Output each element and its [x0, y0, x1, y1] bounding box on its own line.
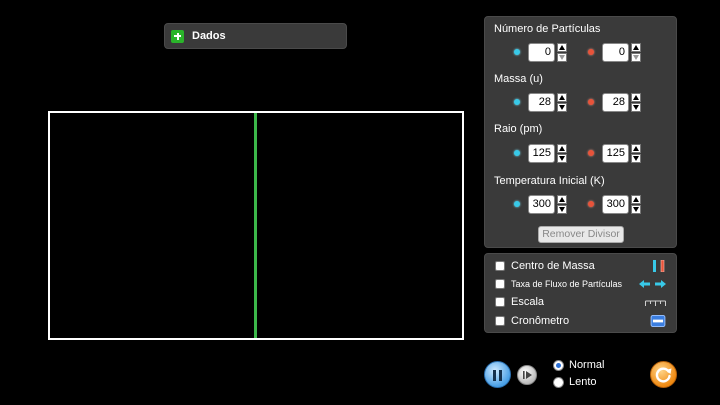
- red-particles-increment[interactable]: [631, 42, 641, 52]
- ruler-label: Escala: [511, 296, 545, 308]
- cyan-particles-spinner: 0: [514, 41, 567, 63]
- cyan-particles-input[interactable]: 0: [528, 42, 555, 62]
- speed-slow-label: Lento: [569, 376, 597, 388]
- red-radius-decrement[interactable]: [631, 153, 641, 163]
- cyan-mass-increment[interactable]: [557, 92, 567, 102]
- cyan-particles-increment[interactable]: [557, 42, 567, 52]
- cyan-particles-decrement[interactable]: [557, 52, 567, 62]
- center-of-mass-option[interactable]: Centro de Massa: [485, 257, 676, 275]
- red-particle-icon: [588, 49, 594, 55]
- red-particles-spinner: 0: [588, 41, 641, 63]
- red-mass-decrement[interactable]: [631, 102, 641, 112]
- particle-flow-rate-option[interactable]: Taxa de Fluxo de Partículas: [485, 275, 676, 293]
- step-icon: [523, 371, 532, 379]
- red-mass-increment[interactable]: [631, 92, 641, 102]
- stopwatch-checkbox[interactable]: [495, 316, 505, 326]
- particle-flow-rate-checkbox[interactable]: [495, 279, 505, 289]
- red-temperature-decrement[interactable]: [631, 204, 641, 214]
- speed-slow-radio[interactable]: [553, 377, 564, 388]
- red-particle-icon: [588, 201, 594, 207]
- cyan-radius-increment[interactable]: [557, 143, 567, 153]
- particles-row: 0 0: [485, 41, 676, 63]
- cyan-temperature-increment[interactable]: [557, 194, 567, 204]
- red-particles-input[interactable]: 0: [602, 42, 629, 62]
- cyan-mass-spinner: 28: [514, 91, 567, 113]
- stopwatch-option[interactable]: Cronômetro: [485, 312, 676, 330]
- ruler-icon: [645, 300, 666, 306]
- cyan-radius-decrement[interactable]: [557, 153, 567, 163]
- cyan-temperature-spinner: 300: [514, 193, 567, 215]
- plus-icon[interactable]: [171, 29, 184, 43]
- cyan-particle-icon: [514, 99, 520, 105]
- reset-button[interactable]: [650, 361, 677, 388]
- cyan-particle-icon: [514, 49, 520, 55]
- temperature-title: Temperatura Inicial (K): [494, 175, 605, 187]
- cyan-mass-decrement[interactable]: [557, 102, 567, 112]
- data-accordion-label: Dados: [192, 30, 226, 42]
- stopwatch-label: Cronômetro: [511, 315, 570, 327]
- radius-title: Raio (pm): [494, 123, 543, 135]
- step-button[interactable]: [517, 365, 537, 385]
- center-of-mass-checkbox[interactable]: [495, 261, 505, 271]
- red-temperature-input[interactable]: 300: [602, 194, 629, 214]
- control-panel: Número de Partículas 0 0 Massa (u) 28 28…: [484, 16, 677, 248]
- red-mass-spinner: 28: [588, 91, 641, 113]
- red-temperature-increment[interactable]: [631, 194, 641, 204]
- cyan-temperature-input[interactable]: 300: [528, 194, 555, 214]
- speed-normal-radio[interactable]: [553, 360, 564, 371]
- red-particles-decrement[interactable]: [631, 52, 641, 62]
- ruler-option[interactable]: Escala: [485, 293, 676, 311]
- stopwatch-icon: [650, 315, 666, 327]
- remove-divider-button[interactable]: Remover Divisor: [538, 226, 624, 243]
- particles-title: Número de Partículas: [494, 23, 601, 35]
- particle-flow-rate-label: Taxa de Fluxo de Partículas: [511, 279, 623, 289]
- cyan-radius-input[interactable]: 125: [528, 143, 555, 163]
- data-accordion[interactable]: Dados: [164, 23, 347, 49]
- container-divider: [254, 113, 257, 338]
- cyan-mass-input[interactable]: 28: [528, 92, 555, 112]
- radius-row: 125 125: [485, 142, 676, 164]
- pause-button[interactable]: [484, 361, 511, 388]
- cyan-temperature-decrement[interactable]: [557, 204, 567, 214]
- red-particle-icon: [588, 99, 594, 105]
- red-particle-icon: [588, 150, 594, 156]
- red-radius-input[interactable]: 125: [602, 143, 629, 163]
- mass-row: 28 28: [485, 91, 676, 113]
- temperature-row: 300 300: [485, 193, 676, 215]
- center-of-mass-icon: [653, 260, 665, 272]
- center-of-mass-label: Centro de Massa: [511, 260, 595, 272]
- ruler-checkbox[interactable]: [495, 297, 505, 307]
- pause-icon: [499, 370, 502, 381]
- options-panel: Centro de Massa Taxa de Fluxo de Partícu…: [484, 253, 677, 333]
- pause-icon: [493, 370, 496, 381]
- red-radius-spinner: 125: [588, 142, 641, 164]
- reset-icon: [655, 367, 672, 383]
- speed-normal-label: Normal: [569, 359, 605, 371]
- mass-title: Massa (u): [494, 73, 543, 85]
- red-mass-input[interactable]: 28: [602, 92, 629, 112]
- cyan-radius-spinner: 125: [514, 142, 567, 164]
- flow-rate-icon: [639, 280, 666, 288]
- red-temperature-spinner: 300: [588, 193, 641, 215]
- cyan-particle-icon: [514, 201, 520, 207]
- red-radius-increment[interactable]: [631, 143, 641, 153]
- cyan-particle-icon: [514, 150, 520, 156]
